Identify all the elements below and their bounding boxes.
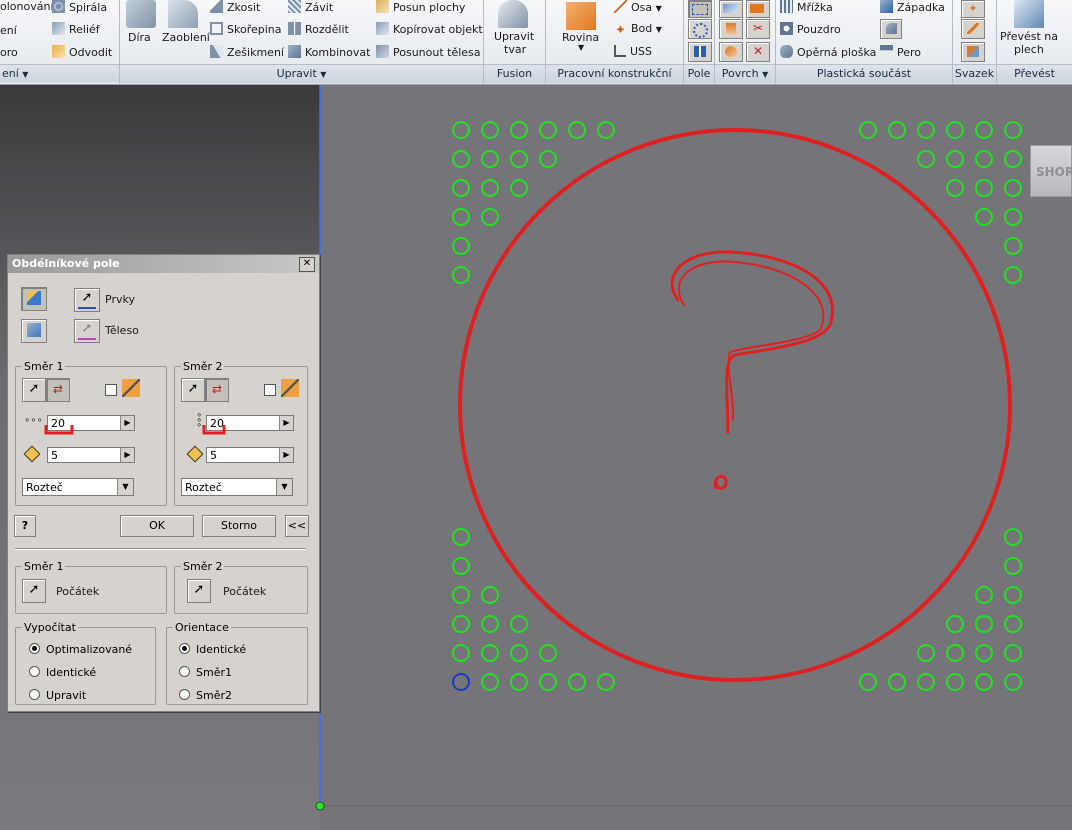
pattern-hole[interactable]	[859, 121, 877, 139]
pattern-hole[interactable]	[452, 208, 470, 226]
pattern-hole[interactable]	[510, 150, 528, 168]
pattern-hole[interactable]	[452, 150, 470, 168]
pattern-hole[interactable]	[539, 644, 557, 662]
pattern-hole[interactable]	[568, 673, 586, 691]
pattern-hole[interactable]	[510, 644, 528, 662]
pattern-hole[interactable]	[1004, 528, 1022, 546]
pattern-hole[interactable]	[539, 150, 557, 168]
pattern-hole[interactable]	[946, 644, 964, 662]
help-icon: ?	[21, 519, 29, 532]
pattern-hole[interactable]	[481, 615, 499, 633]
start2-group: Směr 2 ➚ Počátek	[174, 560, 308, 614]
pattern-hole[interactable]	[975, 673, 993, 691]
selected-source-hole[interactable]	[452, 673, 470, 691]
cursor-icon: ➚	[193, 582, 205, 597]
start2-value: Počátek	[223, 585, 267, 598]
pattern-hole[interactable]	[539, 673, 557, 691]
pattern-hole[interactable]	[1004, 179, 1022, 197]
start2-select-button[interactable]: ➚	[187, 579, 211, 603]
pattern-hole[interactable]	[1004, 266, 1022, 284]
pattern-hole[interactable]	[568, 121, 586, 139]
pattern-hole[interactable]	[975, 615, 993, 633]
pattern-hole[interactable]	[917, 121, 935, 139]
viewcube[interactable]: SHORA	[1030, 145, 1072, 197]
pattern-hole[interactable]	[975, 208, 993, 226]
pattern-hole[interactable]	[481, 644, 499, 662]
compute-identical-radio[interactable]: Identické	[29, 666, 96, 679]
pattern-hole[interactable]	[975, 586, 993, 604]
pattern-hole[interactable]	[917, 150, 935, 168]
pattern-hole[interactable]	[1004, 673, 1022, 691]
orientation-dir1-radio[interactable]: Směr1	[179, 666, 232, 679]
pattern-hole[interactable]	[452, 644, 470, 662]
pattern-hole[interactable]	[946, 673, 964, 691]
pattern-hole[interactable]	[1004, 208, 1022, 226]
compute-group: Vypočítat Optimalizované Identické Uprav…	[15, 621, 156, 705]
pattern-hole[interactable]	[510, 673, 528, 691]
rectangular-pattern-dialog: Obdélníkové pole ✕ ➚ Prvky ➚ Těleso Směr …	[7, 254, 320, 712]
start1-value: Počátek	[56, 585, 100, 598]
pattern-hole[interactable]	[1004, 586, 1022, 604]
pattern-hole[interactable]	[597, 121, 615, 139]
pattern-hole[interactable]	[452, 237, 470, 255]
pattern-hole[interactable]	[452, 557, 470, 575]
annotation-circle	[458, 128, 1012, 682]
start1-group: Směr 1 ➚ Počátek	[15, 560, 167, 614]
pattern-hole[interactable]	[452, 266, 470, 284]
orientation-group: Orientace Identické Směr1 Směr2	[166, 621, 308, 705]
pattern-hole[interactable]	[975, 179, 993, 197]
orientation-dir2-radio[interactable]: Směr2	[179, 689, 232, 702]
pattern-hole[interactable]	[481, 121, 499, 139]
start1-select-button[interactable]: ➚	[22, 579, 46, 603]
pattern-hole[interactable]	[917, 673, 935, 691]
pattern-hole[interactable]	[452, 528, 470, 546]
orientation-identical-radio[interactable]: Identické	[179, 643, 246, 656]
pattern-hole[interactable]	[888, 673, 906, 691]
pattern-hole[interactable]	[1004, 237, 1022, 255]
help-button[interactable]: ?	[14, 515, 36, 537]
question-mark-dot	[713, 474, 728, 490]
pattern-hole[interactable]	[1004, 615, 1022, 633]
divider	[15, 548, 306, 550]
pattern-hole[interactable]	[481, 586, 499, 604]
origin-point[interactable]	[315, 801, 325, 811]
compute-adjust-radio[interactable]: Upravit	[29, 689, 86, 702]
pattern-hole[interactable]	[888, 121, 906, 139]
pattern-hole[interactable]	[539, 121, 557, 139]
collapse-button[interactable]: <<	[285, 515, 309, 537]
pattern-hole[interactable]	[975, 644, 993, 662]
pattern-hole[interactable]	[859, 673, 877, 691]
pattern-hole[interactable]	[452, 179, 470, 197]
pattern-hole[interactable]	[452, 121, 470, 139]
pattern-hole[interactable]	[975, 121, 993, 139]
pattern-hole[interactable]	[510, 615, 528, 633]
cursor-icon: ➚	[28, 582, 40, 597]
pattern-hole[interactable]	[481, 208, 499, 226]
question-mark-stroke	[670, 250, 834, 434]
compute-optimized-radio[interactable]: Optimalizované	[29, 643, 132, 656]
pattern-hole[interactable]	[452, 586, 470, 604]
pattern-hole[interactable]	[1004, 644, 1022, 662]
ok-button[interactable]: OK	[120, 515, 194, 537]
pattern-hole[interactable]	[1004, 557, 1022, 575]
pattern-hole[interactable]	[452, 615, 470, 633]
pattern-hole[interactable]	[946, 615, 964, 633]
pattern-hole[interactable]	[481, 150, 499, 168]
pattern-hole[interactable]	[481, 673, 499, 691]
pattern-hole[interactable]	[597, 673, 615, 691]
hole-pattern	[452, 121, 1022, 691]
pattern-hole[interactable]	[1004, 150, 1022, 168]
pattern-hole[interactable]	[975, 150, 993, 168]
pattern-hole[interactable]	[1004, 121, 1022, 139]
pattern-hole[interactable]	[481, 179, 499, 197]
cancel-button[interactable]: Storno	[202, 515, 276, 537]
pattern-hole[interactable]	[510, 121, 528, 139]
pattern-hole[interactable]	[946, 121, 964, 139]
pattern-hole[interactable]	[510, 179, 528, 197]
pattern-hole[interactable]	[946, 179, 964, 197]
pattern-hole[interactable]	[946, 150, 964, 168]
pattern-hole[interactable]	[917, 644, 935, 662]
